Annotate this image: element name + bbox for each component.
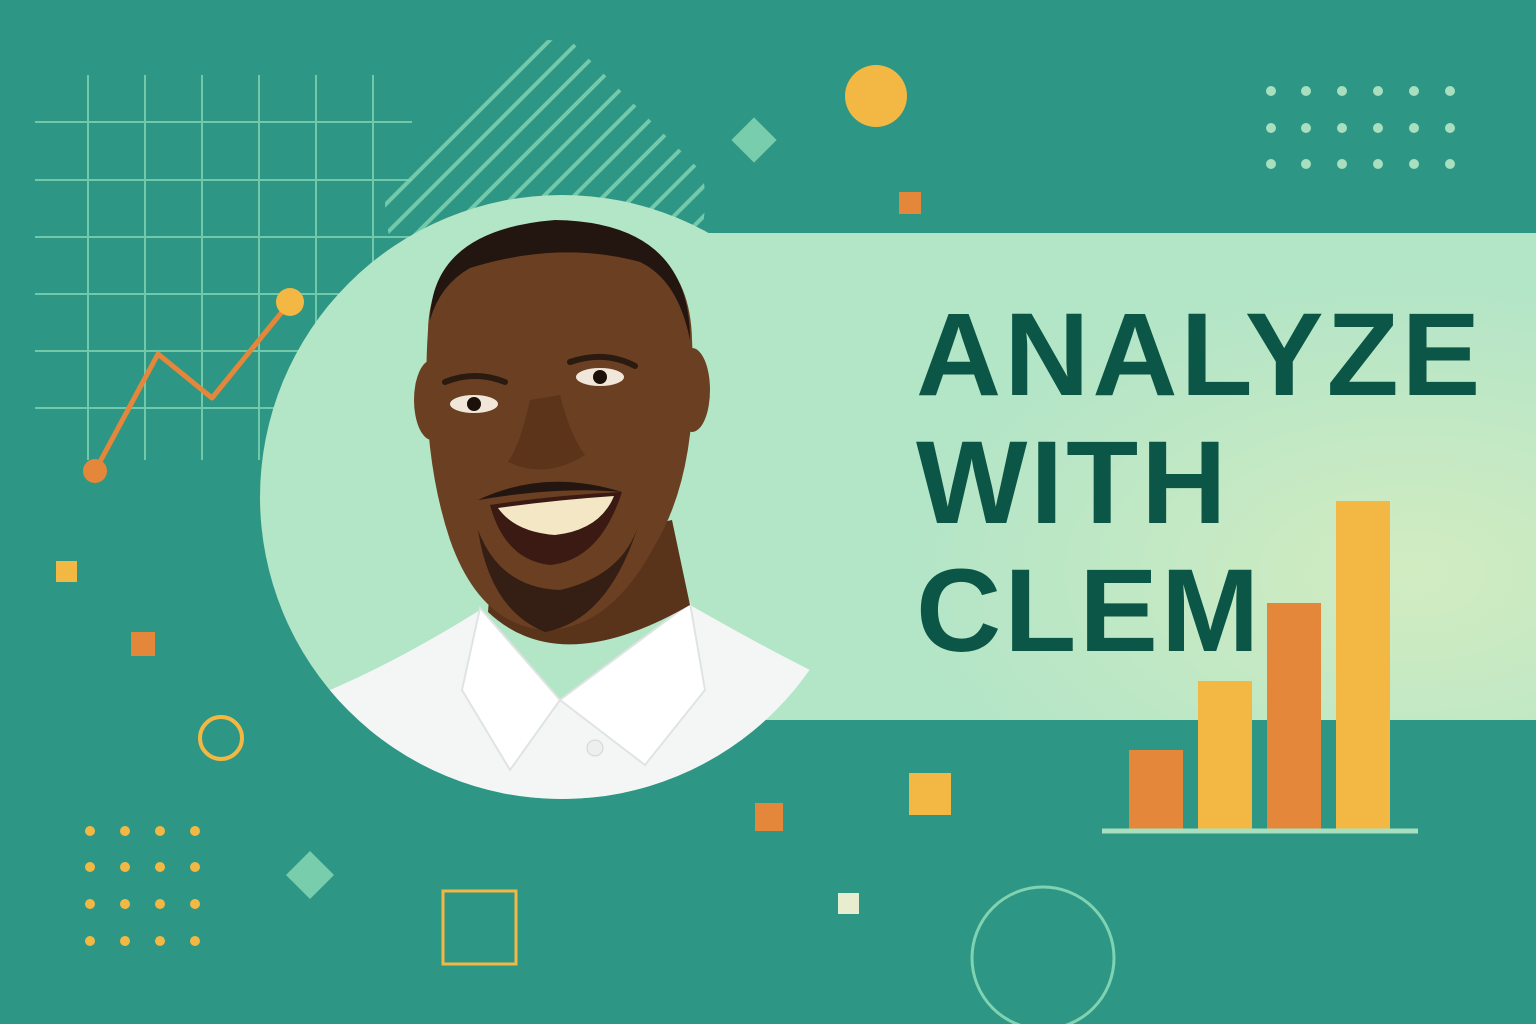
dot-grid-top-right (1266, 86, 1455, 169)
yellow-circle (845, 65, 907, 127)
bar-chart-bar (1267, 603, 1321, 829)
yellow-square-bottom (909, 773, 951, 815)
orange-square-left (131, 632, 155, 656)
headline-line-1: ANALYZE (916, 289, 1484, 421)
yellow-ring (198, 715, 244, 761)
mint-diamond-top (731, 117, 777, 163)
yellow-outline-square (441, 889, 518, 966)
headline-line-3: CLEM (916, 545, 1263, 677)
mint-ring (970, 885, 1116, 1024)
banner-canvas: ANALYZE WITH CLEM (0, 0, 1536, 1024)
yellow-square-left (56, 561, 77, 582)
bar-chart-bar (1336, 501, 1390, 829)
orange-square-top (899, 192, 921, 214)
dot-grid-bottom-left (85, 826, 200, 946)
background-graphics (35, 40, 1536, 1024)
bar-chart-bar (1129, 750, 1183, 829)
headline-line-2: WITH (916, 417, 1230, 549)
bar-chart-bar (1198, 681, 1252, 829)
shirt-button (586, 739, 604, 757)
mint-diamond-bottom (285, 850, 335, 900)
orange-square-bottom (755, 803, 783, 831)
cream-square (838, 893, 859, 914)
